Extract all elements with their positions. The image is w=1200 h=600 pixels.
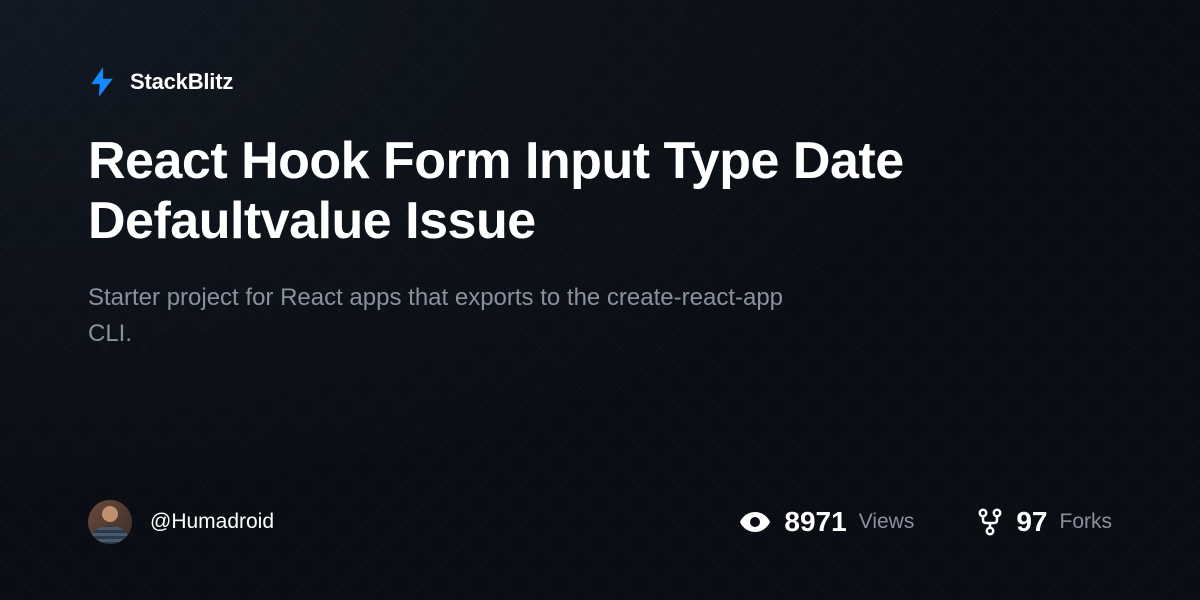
forks-stat: 97 Forks [978, 506, 1112, 538]
author-block[interactable]: @Humadroid [88, 500, 274, 544]
stats-block: 8971 Views 97 Forks [740, 506, 1112, 538]
fork-icon [978, 508, 1002, 536]
forks-value: 97 [1016, 506, 1047, 538]
forks-label: Forks [1060, 510, 1113, 534]
project-description: Starter project for React apps that expo… [88, 280, 808, 352]
author-handle: @Humadroid [150, 510, 274, 534]
social-card: StackBlitz React Hook Form Input Type Da… [0, 0, 1200, 600]
project-title: React Hook Form Input Type Date Defaultv… [88, 132, 1038, 252]
avatar [88, 500, 132, 544]
eye-icon [740, 512, 770, 532]
views-label: Views [859, 510, 915, 534]
brand-row: StackBlitz [88, 68, 1112, 96]
brand-name: StackBlitz [130, 69, 233, 95]
views-stat: 8971 Views [740, 506, 914, 538]
views-value: 8971 [784, 506, 846, 538]
footer-row: @Humadroid 8971 Views [88, 500, 1112, 544]
bolt-icon [88, 68, 116, 96]
